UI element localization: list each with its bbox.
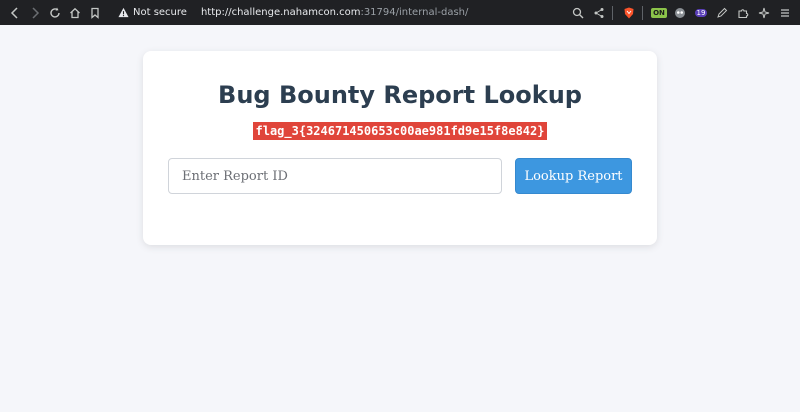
extensions-puzzle-icon[interactable]	[734, 4, 752, 22]
notification-extension-icon[interactable]: 19	[692, 4, 710, 22]
security-label: Not secure	[133, 7, 187, 18]
flag-text: flag_3{324671450653c00ae981fd9e15f8e842}	[252, 122, 548, 140]
toolbar-divider	[612, 5, 613, 20]
forward-icon[interactable]	[26, 4, 44, 22]
owl-extension-icon[interactable]	[671, 4, 689, 22]
extension-on-icon[interactable]: ON	[650, 4, 668, 22]
pen-extension-icon[interactable]	[713, 4, 731, 22]
toolbar-tools: ON 19	[566, 0, 794, 25]
extension-badge: ON	[651, 7, 667, 18]
back-icon[interactable]	[6, 4, 24, 22]
report-lookup-card: Bug Bounty Report Lookup flag_3{32467145…	[143, 51, 657, 245]
home-icon[interactable]	[66, 4, 84, 22]
share-icon[interactable]	[590, 4, 608, 22]
ai-sparkle-icon[interactable]	[755, 4, 773, 22]
reload-icon[interactable]	[46, 4, 64, 22]
address-bar[interactable]: http://challenge.nahamcon.com:31794/inte…	[201, 7, 468, 18]
warning-icon	[118, 7, 129, 18]
menu-icon[interactable]	[776, 4, 794, 22]
browser-toolbar: Not secure http://challenge.nahamcon.com…	[0, 0, 800, 25]
report-id-input[interactable]	[168, 158, 502, 194]
security-indicator[interactable]: Not secure	[118, 7, 187, 18]
bookmark-icon[interactable]	[86, 4, 104, 22]
url-host: http://challenge.nahamcon.com	[200, 7, 361, 18]
toolbar-divider	[642, 5, 643, 20]
brave-shield-icon[interactable]	[620, 4, 638, 22]
lookup-report-button[interactable]: Lookup Report	[515, 158, 632, 194]
page-title: Bug Bounty Report Lookup	[218, 81, 582, 109]
url-path: :31794/internal-dash/	[360, 7, 469, 18]
zoom-icon[interactable]	[569, 4, 587, 22]
flag-container: flag_3{324671450653c00ae981fd9e15f8e842}	[143, 120, 657, 140]
nav-buttons	[0, 4, 104, 22]
notification-count: 19	[694, 8, 708, 17]
